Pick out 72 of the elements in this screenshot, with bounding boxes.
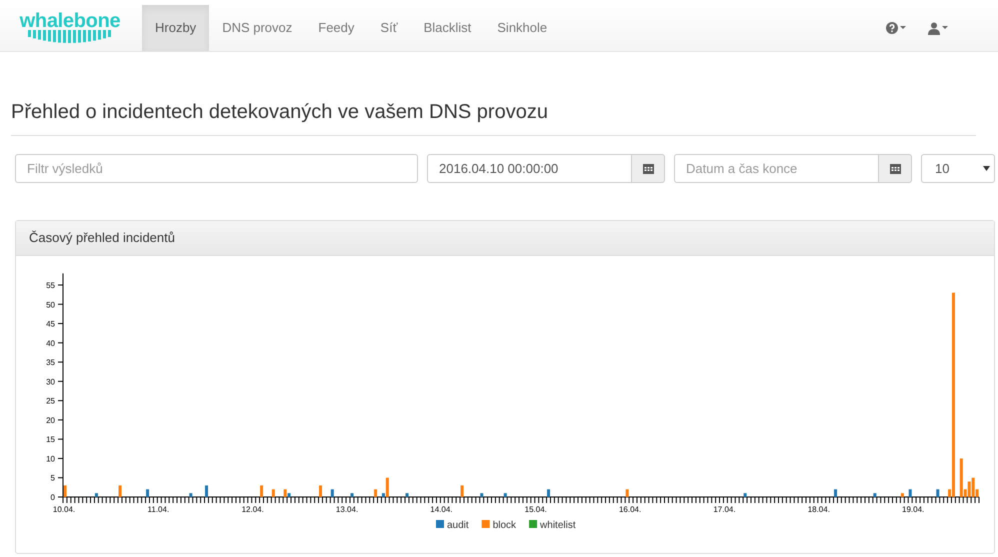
bar <box>406 493 409 497</box>
user-icon[interactable] <box>928 22 940 34</box>
bar <box>744 493 747 497</box>
bar <box>936 489 940 497</box>
x-tick-label: 13.04. <box>336 505 358 514</box>
bar <box>908 489 912 497</box>
legend-label: whitelist <box>539 520 576 531</box>
legend-item[interactable]: whitelist <box>529 520 576 531</box>
bar <box>272 489 275 497</box>
y-tick-label: 40 <box>46 338 55 348</box>
bar <box>480 493 484 497</box>
y-tick-label: 50 <box>46 300 55 310</box>
caret-icon[interactable] <box>900 26 906 30</box>
caret-icon[interactable] <box>983 166 990 171</box>
x-tick-label: 17.04. <box>713 505 736 514</box>
bar <box>460 485 464 497</box>
nav-tab[interactable]: Blacklist <box>410 5 484 51</box>
bar <box>504 493 507 497</box>
bar <box>330 489 334 497</box>
bar <box>319 485 322 497</box>
bar <box>64 485 66 497</box>
bar <box>260 485 264 497</box>
panel-title: Časový přehled incidentů <box>29 229 175 248</box>
calendar-icon[interactable] <box>642 163 654 174</box>
help-icon[interactable] <box>886 22 898 34</box>
legend-label: block <box>492 520 518 531</box>
page-title: Přehled o incidentech detekovaných ve vašem DNS provozu <box>11 100 549 124</box>
bar <box>547 489 550 497</box>
bar <box>118 485 122 497</box>
legend-item[interactable]: audit <box>436 520 469 531</box>
nav-tab[interactable]: Feedy <box>305 5 368 51</box>
bar <box>900 493 904 497</box>
user-menu[interactable] <box>928 22 948 34</box>
x-tick-label: 11.04. <box>148 505 170 514</box>
help-menu[interactable] <box>886 22 906 34</box>
y-tick-label: 45 <box>46 320 55 329</box>
legend-label: audit <box>447 520 469 531</box>
y-tick-label: 0 <box>50 493 55 502</box>
nav-tab[interactable]: Sinkhole <box>484 5 560 51</box>
nav-tab[interactable]: DNS provoz <box>209 5 306 51</box>
bar <box>205 485 208 497</box>
y-tick-label: 15 <box>46 435 55 444</box>
y-tick-label: 5 <box>50 474 55 483</box>
x-tick-label: 16.04. <box>618 505 642 514</box>
bar <box>873 493 876 497</box>
bar <box>94 493 98 497</box>
y-tick-label: 20 <box>46 416 55 425</box>
x-tick-label: 18.04. <box>808 505 830 514</box>
bar <box>146 489 150 497</box>
legend-item[interactable]: block <box>482 520 516 531</box>
y-tick-label: 35 <box>46 358 55 368</box>
bar <box>834 489 838 497</box>
nav-tab[interactable]: Hrozby <box>142 5 210 51</box>
x-tick-label: 14.04. <box>430 505 453 514</box>
y-tick-label: 10 <box>46 454 55 464</box>
caret-icon[interactable] <box>942 26 948 30</box>
bar <box>350 493 354 497</box>
y-tick-label: 55 <box>46 281 55 290</box>
x-tick-label: 19.04. <box>902 505 924 514</box>
y-tick-label: 25 <box>46 396 55 406</box>
x-tick-label: 12.04. <box>242 505 264 514</box>
page-size-select[interactable]: 10 <box>921 154 995 183</box>
x-tick-label: 15.04. <box>524 505 547 514</box>
x-tick-label: 10.04. <box>52 505 76 514</box>
logo-bars-icon <box>26 30 114 44</box>
bar <box>374 489 378 497</box>
calendar-icon[interactable] <box>890 163 900 174</box>
filter-field[interactable]: Filtr výsledků <box>15 154 418 183</box>
y-tick-label: 30 <box>46 377 55 386</box>
nav-tab[interactable]: Síť <box>367 5 411 51</box>
bar <box>626 489 629 497</box>
bar <box>189 493 192 497</box>
